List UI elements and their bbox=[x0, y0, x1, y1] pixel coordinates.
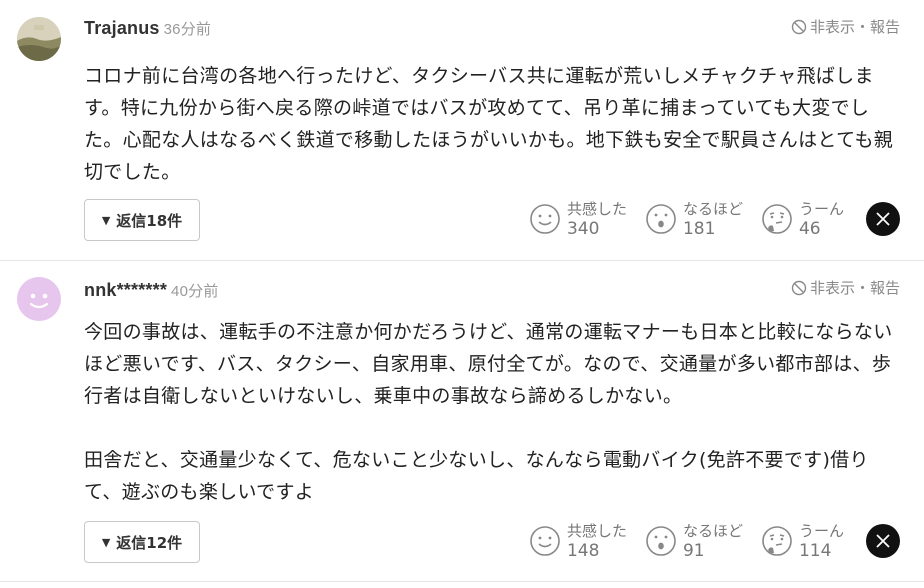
reaction-label: なるほど bbox=[682, 200, 743, 218]
reaction-label: うーん bbox=[798, 522, 844, 540]
comment: Trajanus 36分前 非表示・報告 コロナ前に台湾の各地へ行ったけど、タクシ… bbox=[0, 0, 924, 261]
reaction-count: 340 bbox=[566, 219, 600, 239]
share-x-button[interactable] bbox=[866, 524, 900, 558]
reaction-label: なるほど bbox=[682, 522, 743, 540]
comment-body: 今回の事故は、運転手の不注意か何かだろうけど、通常の運転マナーも日本と比較になら… bbox=[84, 321, 893, 503]
reaction-count: 91 bbox=[682, 541, 705, 561]
reaction-count: 46 bbox=[798, 219, 821, 239]
prohibit-icon bbox=[791, 19, 807, 34]
replies-toggle-button[interactable]: ▼ 返信12件 bbox=[84, 521, 200, 563]
reaction-hmm[interactable]: うーん 114 bbox=[761, 521, 844, 561]
reaction-count: 114 bbox=[798, 541, 832, 561]
hide-report-button[interactable]: 非表示・報告 bbox=[791, 16, 900, 37]
surprised-icon bbox=[646, 204, 676, 234]
smile-icon bbox=[530, 526, 560, 556]
username[interactable]: nnk******* 40分前 bbox=[84, 280, 219, 301]
hide-report-label: 非表示・報告 bbox=[809, 18, 900, 36]
reaction-insightful[interactable]: なるほど 181 bbox=[645, 199, 743, 239]
reactions-bar: 共感した 340 なるほど 181 うーん 46 bbox=[511, 199, 900, 239]
comment-body: コロナ前に台湾の各地へ行ったけど、タクシーバス共に運転が荒いしメチャクチャ飛ばし… bbox=[84, 65, 894, 183]
caret-down-icon: ▼ bbox=[101, 535, 111, 549]
username-text[interactable]: Trajanus bbox=[84, 18, 160, 38]
avatar[interactable] bbox=[17, 277, 61, 321]
username[interactable]: Trajanus 36分前 bbox=[84, 18, 211, 39]
reaction-count: 181 bbox=[682, 219, 716, 239]
share-x-button[interactable] bbox=[866, 202, 900, 236]
time-ago: 36分前 bbox=[163, 21, 212, 38]
caret-down-icon: ▼ bbox=[101, 213, 111, 227]
comment: nnk******* 40分前 非表示・報告 今回の事故は、運転手の不注意か何かだ… bbox=[0, 261, 924, 582]
hide-report-button[interactable]: 非表示・報告 bbox=[791, 277, 900, 298]
replies-toggle-button[interactable]: ▼ 返信18件 bbox=[84, 199, 200, 241]
username-text[interactable]: nnk******* bbox=[84, 280, 167, 300]
thinking-icon bbox=[762, 526, 792, 556]
hide-report-label: 非表示・報告 bbox=[809, 279, 900, 297]
reaction-empathy[interactable]: 共感した 340 bbox=[529, 199, 627, 239]
surprised-icon bbox=[646, 526, 676, 556]
avatar[interactable] bbox=[17, 17, 61, 61]
reaction-insightful[interactable]: なるほど 91 bbox=[645, 521, 743, 561]
reaction-count: 148 bbox=[566, 541, 600, 561]
time-ago: 40分前 bbox=[171, 283, 219, 300]
x-logo-icon bbox=[876, 534, 890, 548]
reaction-label: 共感した bbox=[566, 200, 627, 218]
prohibit-icon bbox=[791, 280, 807, 295]
reaction-hmm[interactable]: うーん 46 bbox=[761, 199, 844, 239]
x-logo-icon bbox=[876, 212, 890, 226]
thinking-icon bbox=[762, 204, 792, 234]
replies-label: 返信12件 bbox=[116, 533, 183, 552]
reaction-label: うーん bbox=[798, 200, 844, 218]
reaction-label: 共感した bbox=[566, 522, 627, 540]
reaction-empathy[interactable]: 共感した 148 bbox=[529, 521, 627, 561]
smile-icon bbox=[530, 204, 560, 234]
reactions-bar: 共感した 148 なるほど 91 うーん 114 bbox=[511, 521, 900, 561]
replies-label: 返信18件 bbox=[116, 211, 183, 230]
